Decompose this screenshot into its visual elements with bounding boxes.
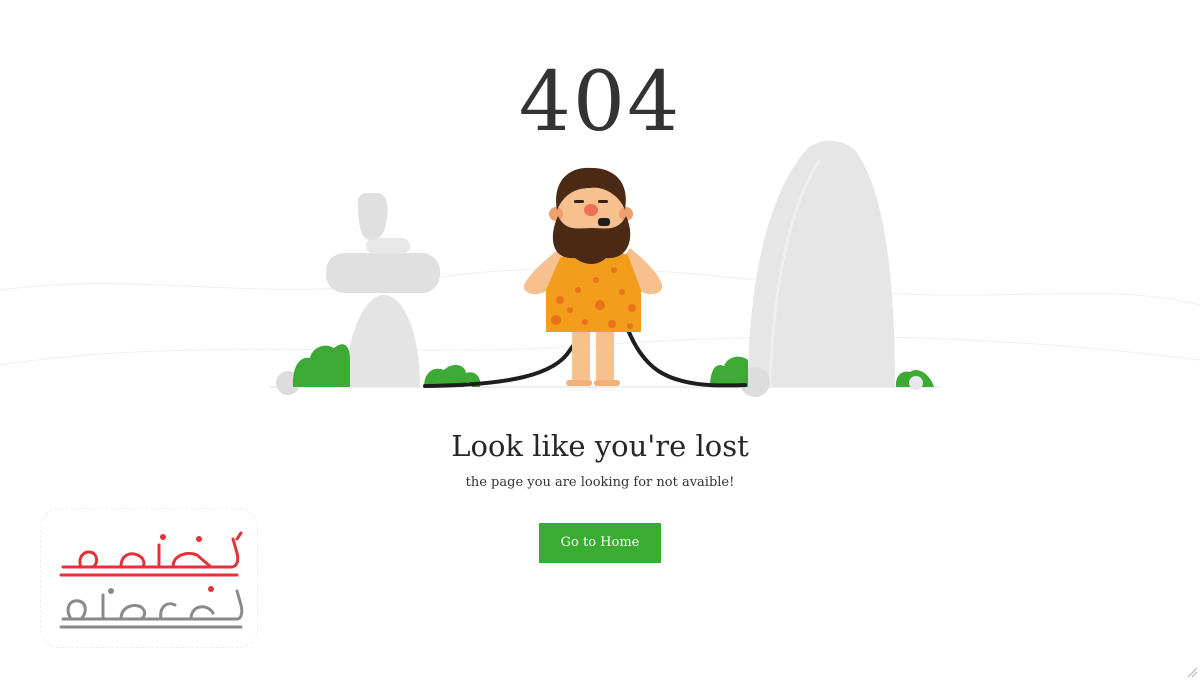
caveman-scene xyxy=(0,140,1200,397)
error-page: 404 Look like you're lost the page you a… xyxy=(0,0,1200,680)
rock-icon xyxy=(740,140,895,397)
pebble-icon xyxy=(909,376,923,390)
page-title: Look like you're lost xyxy=(451,429,749,463)
page-subtitle: the page you are looking for not avaible… xyxy=(465,475,735,490)
logo-mark xyxy=(40,508,258,648)
resize-handle-icon[interactable] xyxy=(1186,666,1198,678)
logo-graphic xyxy=(59,531,244,629)
go-to-home-button[interactable]: Go to Home xyxy=(539,523,661,563)
